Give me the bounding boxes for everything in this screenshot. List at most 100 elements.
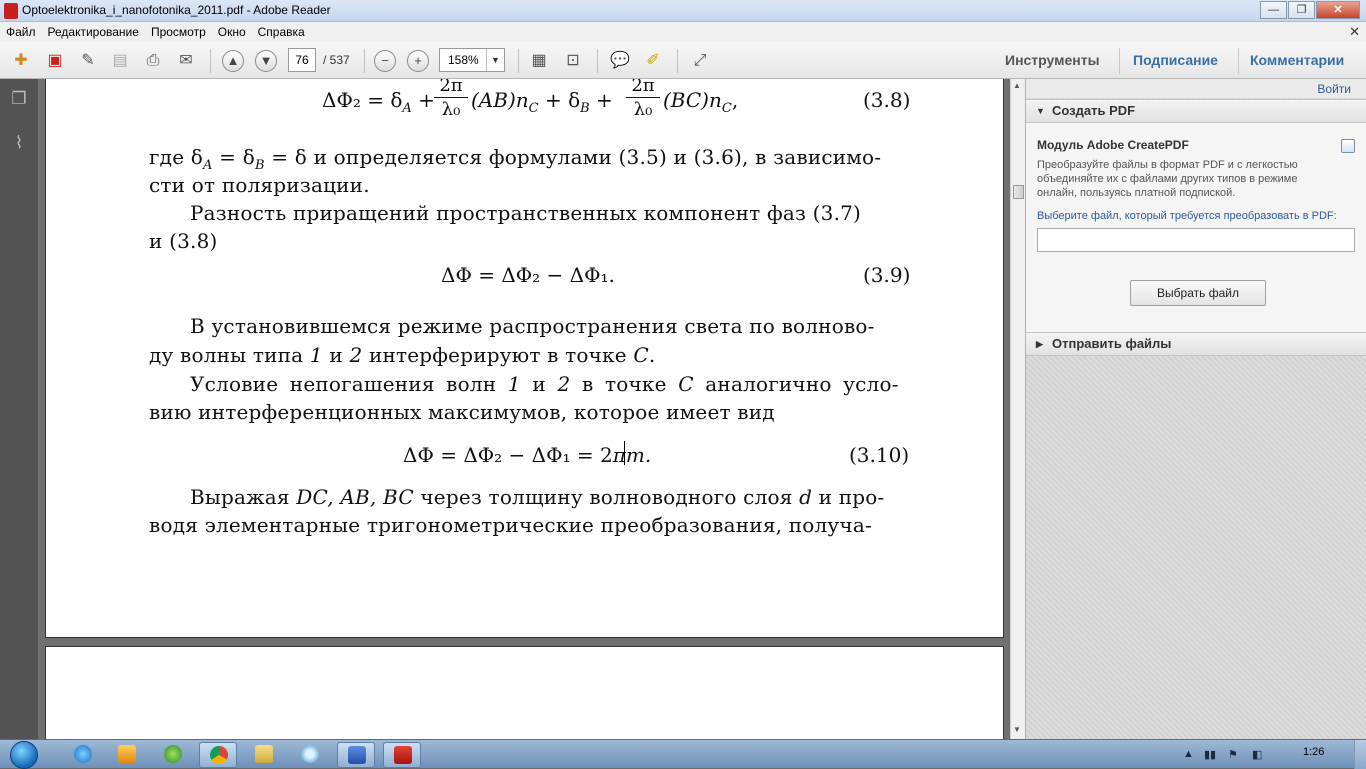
menu-file[interactable]: Файл bbox=[6, 25, 36, 39]
volume-icon[interactable]: ◧ bbox=[1252, 748, 1262, 761]
zoom-select[interactable]: 158% ▼ bbox=[439, 48, 505, 72]
equation-3-10: ΔΦ = ΔΦ₂ − ΔΦ₁ = 2πm. bbox=[403, 443, 652, 467]
toolbar-separator bbox=[677, 49, 678, 73]
pdf-page: ΔΦ₂ = δA + 2π λ₀ (AB)nC + δB + 2π λ₀ (BC)n… bbox=[46, 79, 1003, 637]
create-pdf-header[interactable]: ▼ Создать PDF bbox=[1026, 99, 1366, 123]
action-center-icon[interactable]: ⚑ bbox=[1228, 748, 1238, 761]
word-icon bbox=[348, 746, 366, 764]
zoom-in-icon[interactable]: + bbox=[407, 50, 429, 72]
title-bar: Optoelektronika_i_nanofotonika_2011.pdf … bbox=[0, 0, 1366, 22]
close-document-icon[interactable]: ✕ bbox=[1349, 24, 1360, 40]
window-controls: — ❐ ✕ bbox=[1259, 1, 1360, 19]
file-path-input[interactable] bbox=[1037, 228, 1355, 252]
page-down-icon[interactable]: ▼ bbox=[255, 50, 277, 72]
app-taskbar-button[interactable] bbox=[291, 742, 329, 768]
sign-button[interactable]: Подписание bbox=[1133, 52, 1218, 68]
adobe-reader-taskbar-button[interactable] bbox=[383, 742, 421, 768]
adobe-reader-icon bbox=[4, 3, 18, 19]
comments-button[interactable]: Комментарии bbox=[1250, 52, 1344, 68]
comment-icon[interactable]: 💬 bbox=[609, 50, 631, 72]
module-title: Модуль Adobe CreatePDF bbox=[1037, 138, 1189, 152]
scroll-down-icon[interactable]: ▼ bbox=[1013, 725, 1021, 734]
fraction: 2π λ₀ bbox=[626, 79, 660, 120]
file-explorer-taskbar-button[interactable] bbox=[245, 742, 283, 768]
paragraph-line: Разность приращений пространственных ком… bbox=[190, 201, 862, 225]
save-icon[interactable]: ▤ bbox=[109, 50, 131, 72]
adobe-reader-icon bbox=[394, 746, 412, 764]
sign-icon[interactable]: ✎ bbox=[77, 50, 99, 72]
internet-explorer-icon bbox=[74, 745, 92, 763]
chevron-down-icon[interactable]: ▼ bbox=[486, 49, 504, 71]
attachments-icon[interactable]: ⌇ bbox=[9, 133, 29, 155]
page-up-icon[interactable]: ▲ bbox=[222, 50, 244, 72]
pdf-page-next bbox=[46, 647, 1003, 739]
menu-window[interactable]: Окно bbox=[218, 25, 246, 39]
email-icon[interactable]: ✉ bbox=[175, 50, 197, 72]
menu-edit[interactable]: Редактирование bbox=[48, 25, 139, 39]
media-center-taskbar-button[interactable] bbox=[154, 742, 192, 768]
equation-number: (3.8) bbox=[863, 88, 911, 112]
toolbar-separator bbox=[364, 49, 365, 73]
fit-page-icon[interactable]: ▦ bbox=[528, 50, 550, 72]
show-hidden-icons-icon[interactable]: ▲ bbox=[1183, 748, 1194, 760]
document-viewer[interactable]: ΔΦ₂ = δA + 2π λ₀ (AB)nC + δB + 2π λ₀ (BC)n… bbox=[38, 79, 1010, 739]
page-thumbnails-icon[interactable]: ❐ bbox=[9, 89, 29, 111]
close-button[interactable]: ✕ bbox=[1316, 1, 1360, 19]
minimize-button[interactable]: — bbox=[1260, 1, 1287, 19]
create-pdf-icon[interactable]: ✚ bbox=[10, 50, 32, 72]
vertical-scrollbar[interactable]: ▲ ▼ bbox=[1010, 79, 1025, 739]
word-taskbar-button[interactable] bbox=[337, 742, 375, 768]
fit-width-icon[interactable]: ⊡ bbox=[562, 50, 584, 72]
equation-3-9: ΔΦ = ΔΦ₂ − ΔΦ₁. bbox=[441, 263, 615, 287]
paragraph-line: где δA = δB = δ и определяется формулами… bbox=[149, 145, 882, 173]
equation-number: (3.10) bbox=[849, 443, 910, 467]
page-number-input[interactable]: 76 bbox=[288, 48, 316, 72]
paragraph-line: водя элементарные тригонометрические пре… bbox=[149, 513, 872, 537]
scroll-thumb[interactable] bbox=[1013, 185, 1024, 199]
network-icon[interactable]: ▮▮ bbox=[1204, 748, 1216, 761]
chrome-taskbar-button[interactable] bbox=[199, 742, 237, 768]
scroll-up-icon[interactable]: ▲ bbox=[1013, 81, 1021, 90]
maximize-button[interactable]: ❐ bbox=[1288, 1, 1315, 19]
media-player-icon bbox=[118, 745, 136, 763]
choose-file-button[interactable]: Выбрать файл bbox=[1130, 280, 1266, 306]
menu-view[interactable]: Просмотр bbox=[151, 25, 206, 39]
fullscreen-icon[interactable]: ⤢ bbox=[689, 50, 711, 72]
paragraph-line: вию интерференционных максимумов, которо… bbox=[149, 400, 775, 424]
tasks-pane: Войти ▼ Создать PDF Модуль Adobe CreateP… bbox=[1025, 79, 1366, 739]
paragraph-line: В установившемся режиме распространения … bbox=[190, 314, 875, 338]
clock[interactable]: 1:26 bbox=[1303, 746, 1324, 758]
create-pdf-label: Создать PDF bbox=[1052, 103, 1136, 118]
triangle-right-icon: ▶ bbox=[1036, 339, 1043, 349]
edit-pdf-icon[interactable]: ▣ bbox=[44, 50, 66, 72]
paragraph-line: сти от поляризации. bbox=[149, 173, 370, 197]
internet-explorer-taskbar-button[interactable] bbox=[64, 742, 102, 768]
zoom-out-icon[interactable]: − bbox=[374, 50, 396, 72]
media-center-icon bbox=[164, 745, 182, 763]
highlight-icon[interactable]: ✐ bbox=[642, 50, 664, 72]
module-info-icon[interactable] bbox=[1341, 139, 1355, 153]
login-link[interactable]: Войти bbox=[1317, 82, 1351, 96]
show-desktop-button[interactable] bbox=[1354, 740, 1366, 769]
text-cursor bbox=[624, 441, 625, 465]
window-title: Optoelektronika_i_nanofotonika_2011.pdf … bbox=[22, 3, 331, 17]
tools-button[interactable]: Инструменты bbox=[1005, 52, 1100, 68]
menu-bar: Файл Редактирование Просмотр Окно Справк… bbox=[0, 22, 1366, 42]
media-player-taskbar-button[interactable] bbox=[108, 742, 146, 768]
windows-logo-icon bbox=[10, 741, 38, 769]
fraction: 2π λ₀ bbox=[434, 79, 468, 120]
folder-icon bbox=[255, 745, 273, 763]
page-total: / 537 bbox=[323, 53, 350, 67]
start-button[interactable] bbox=[6, 740, 44, 769]
toolbar-divider bbox=[1119, 48, 1120, 74]
send-files-label: Отправить файлы bbox=[1052, 336, 1172, 351]
equation-3-8: ΔΦ₂ = δA + bbox=[322, 88, 435, 116]
send-files-header[interactable]: ▶ Отправить файлы bbox=[1026, 332, 1366, 356]
toolbar-divider bbox=[1238, 48, 1239, 74]
pane-top-bar: Войти bbox=[1026, 79, 1366, 98]
print-icon[interactable]: ⎙ bbox=[142, 50, 164, 72]
toolbar-separator bbox=[518, 49, 519, 73]
app-icon bbox=[301, 745, 319, 763]
toolbar-separator bbox=[210, 49, 211, 73]
menu-help[interactable]: Справка bbox=[258, 25, 305, 39]
